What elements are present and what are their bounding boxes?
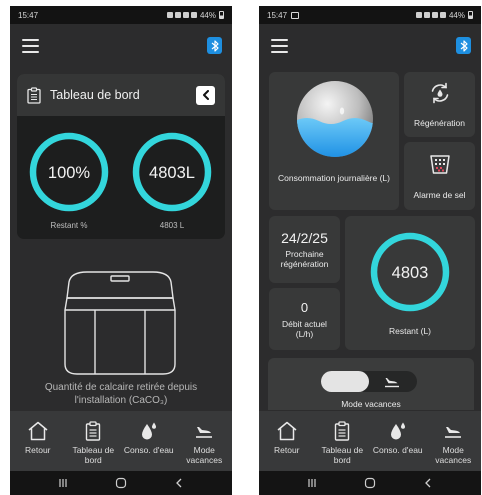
nav-vacation-mode[interactable]: Mode vacances [426, 411, 482, 471]
system-navigation-bar [10, 471, 232, 495]
vacation-mode-toggle[interactable] [321, 371, 417, 392]
bottom-navigation: Retour Tableau de bord Conso. d'eau Mode… [259, 411, 481, 471]
gauge-value: 100% [48, 164, 91, 182]
gauge-remaining-percent: 100% Restant % [24, 130, 114, 230]
nav-water-consumption[interactable]: Conso. d'eau [370, 411, 426, 471]
nav-label: Retour [273, 445, 300, 455]
water-softener-illustration [64, 271, 176, 375]
app-top-bar [10, 24, 232, 68]
system-navigation-bar [259, 471, 481, 495]
toggle-knob [321, 371, 369, 392]
home-button-icon[interactable] [115, 477, 127, 489]
nav-water-consumption[interactable]: Conso. d'eau [121, 411, 177, 471]
tile-next-regeneration[interactable]: 24/2/25 Prochaine régénération [269, 216, 340, 283]
nav-label: Tableau de bord [321, 445, 364, 465]
status-time: 15:47 [18, 10, 39, 20]
tile-label: Prochaine régénération [280, 249, 329, 269]
limescale-removed-caption: Quantité de calcaire retirée depuis l'in… [44, 382, 198, 406]
battery-percent: 44% [448, 10, 465, 20]
tile-daily-consumption[interactable]: Consommation journalière (L) [269, 72, 399, 210]
tile-salt-alarm[interactable]: Alarme de sel [404, 142, 475, 210]
back-nav-icon[interactable] [423, 478, 433, 488]
home-icon [277, 421, 297, 441]
regenerate-icon [431, 82, 448, 104]
dashboard-title: Tableau de bord [50, 88, 140, 102]
flow-value: 0 [300, 300, 309, 315]
bluetooth-icon[interactable] [207, 37, 222, 54]
home-icon [28, 421, 48, 441]
nav-home[interactable]: Retour [10, 411, 66, 471]
chevron-left-icon [202, 90, 209, 100]
back-nav-icon[interactable] [174, 478, 184, 488]
airplane-landing-icon [445, 427, 462, 438]
water-drop-icon [141, 422, 156, 440]
gauge-caption: Restant % [50, 221, 88, 230]
status-time: 15:47 [267, 10, 288, 20]
battery-percent: 44% [199, 10, 216, 20]
status-bar: 15:47 44% [10, 6, 232, 24]
menu-icon[interactable] [22, 39, 39, 53]
dashboard-card-header: Tableau de bord [17, 74, 225, 116]
phone-screen-overview: 15:47 44% Consommation journalière (L) R… [259, 6, 481, 495]
airplane-landing-icon [385, 378, 399, 388]
status-bar: 15:47 44% [259, 6, 481, 24]
menu-icon[interactable] [271, 39, 288, 53]
remaining-gauge: 4803 [370, 232, 450, 312]
recent-apps-icon[interactable] [58, 478, 68, 488]
recent-apps-icon[interactable] [307, 478, 317, 488]
nav-label: Mode vacances [435, 445, 472, 465]
nav-dashboard[interactable]: Tableau de bord [66, 411, 122, 471]
status-icons [415, 12, 446, 18]
nav-label: Tableau de bord [72, 445, 115, 465]
bottom-navigation: Retour Tableau de bord Conso. d'eau Mode… [10, 411, 232, 471]
vacation-mode-label: Mode vacances [341, 399, 401, 409]
gauges-row: 100% Restant % 4803L 4803 L [17, 130, 225, 230]
tile-current-flow[interactable]: 0 Débit actuel (L/h) [269, 288, 340, 350]
gauge-value: 4803L [149, 164, 195, 182]
tile-label: Régénération [413, 118, 466, 128]
battery-icon [219, 11, 224, 19]
vacation-mode-card: Mode vacances [268, 358, 474, 410]
nav-home[interactable]: Retour [259, 411, 315, 471]
app-top-bar [259, 24, 481, 68]
gallery-notification-icon [291, 11, 300, 19]
nav-vacation-mode[interactable]: Mode vacances [177, 411, 233, 471]
clipboard-icon [27, 86, 41, 104]
phone-screen-dashboard: 15:47 44% Tableau de bord 100% Restant %… [10, 6, 232, 495]
next-regeneration-date: 24/2/25 [281, 230, 328, 246]
home-button-icon[interactable] [364, 477, 376, 489]
tile-label: Consommation journalière (L) [278, 173, 390, 183]
water-drop-icon [390, 422, 405, 440]
gauge-caption: 4803 L [159, 221, 185, 230]
status-icons [166, 12, 197, 18]
dashboard-card: Tableau de bord 100% Restant % 4803L 480… [17, 74, 225, 239]
clipboard-icon [86, 421, 101, 441]
salt-bucket-icon [429, 155, 450, 174]
nav-dashboard[interactable]: Tableau de bord [315, 411, 371, 471]
nav-label: Retour [24, 445, 51, 455]
battery-icon [468, 11, 473, 19]
gauge-remaining-liters: 4803L 4803 L [127, 130, 217, 230]
water-level-sphere [297, 81, 373, 157]
clipboard-icon [335, 421, 350, 441]
nav-label: Conso. d'eau [123, 445, 174, 455]
airplane-landing-icon [196, 427, 213, 438]
bluetooth-icon[interactable] [456, 37, 471, 54]
tile-remaining[interactable]: 4803 Restant (L) [345, 216, 475, 350]
tile-label: Débit actuel (L/h) [282, 319, 327, 339]
back-button[interactable] [196, 85, 215, 105]
nav-label: Mode vacances [186, 445, 223, 465]
gauge-value: 4803 [392, 264, 429, 282]
tile-label: Alarme de sel [413, 190, 466, 200]
tile-regeneration[interactable]: Régénération [404, 72, 475, 137]
tile-label: Restant (L) [388, 326, 432, 336]
nav-label: Conso. d'eau [372, 445, 423, 455]
